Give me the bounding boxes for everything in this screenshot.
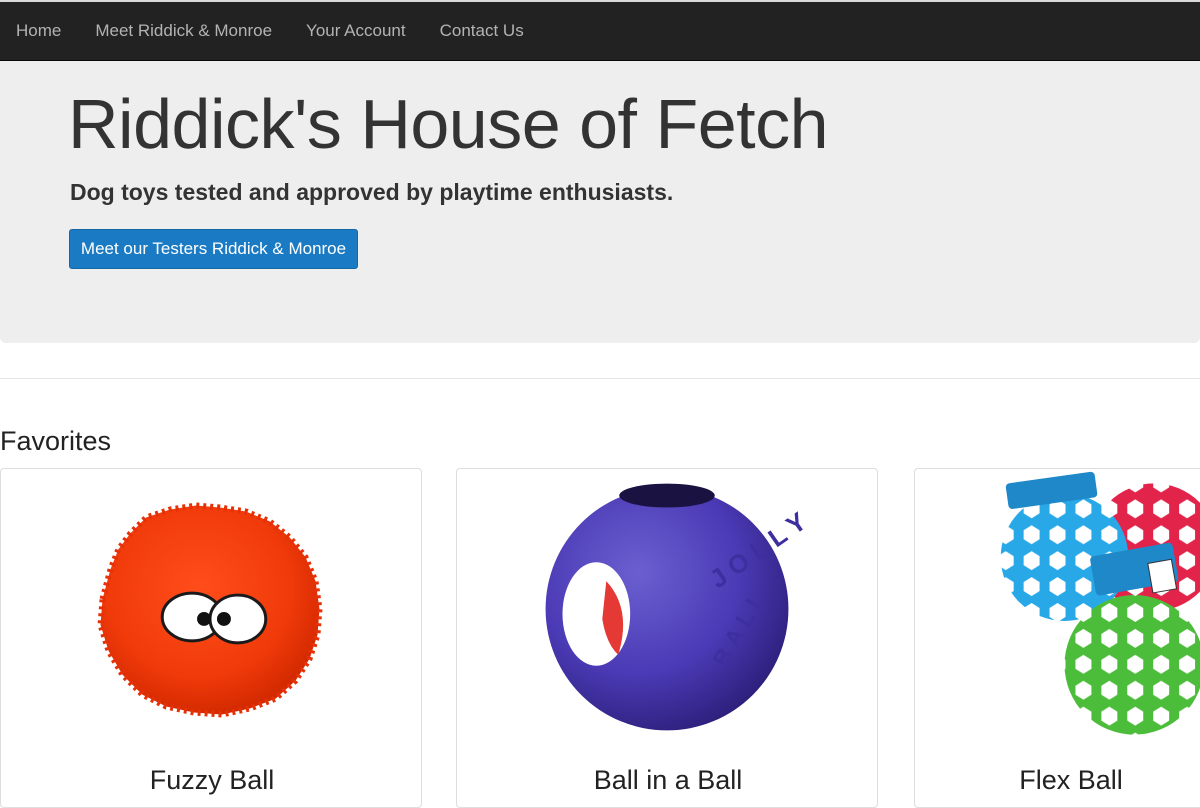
product-name[interactable]: Ball in a Ball: [457, 765, 878, 796]
ball-in-a-ball-image[interactable]: J O L L Y B A L L: [457, 469, 877, 749]
meet-testers-button[interactable]: Meet our Testers Riddick & Monroe: [69, 229, 358, 269]
page-title: Riddick's House of Fetch: [68, 81, 828, 167]
top-navbar: Home Meet Riddick & Monroe Your Account …: [0, 0, 1200, 61]
product-name[interactable]: Fuzzy Ball: [1, 765, 422, 796]
product-card-ball-in-a-ball[interactable]: J O L L Y B A L L Ball in a Ball: [456, 468, 878, 808]
nav-item-home[interactable]: Home: [0, 2, 78, 60]
favorites-heading: Favorites: [0, 426, 111, 457]
fuzzy-ball-image[interactable]: [1, 469, 421, 749]
nav-item-meet-riddick-monroe[interactable]: Meet Riddick & Monroe: [78, 2, 289, 60]
hero-jumbotron: Riddick's House of Fetch Dog toys tested…: [0, 61, 1200, 343]
hero-subtitle: Dog toys tested and approved by playtime…: [70, 179, 673, 206]
nav-list: Home Meet Riddick & Monroe Your Account …: [0, 2, 1200, 60]
product-name[interactable]: Flex Ball: [914, 765, 1200, 796]
nav-item-your-account[interactable]: Your Account: [289, 2, 423, 60]
flex-ball-image[interactable]: [915, 469, 1200, 749]
product-card-fuzzy-ball[interactable]: Fuzzy Ball: [0, 468, 422, 808]
nav-item-contact-us[interactable]: Contact Us: [423, 2, 541, 60]
section-divider: [0, 378, 1200, 379]
product-card-flex-ball[interactable]: Flex Ball: [914, 468, 1200, 808]
